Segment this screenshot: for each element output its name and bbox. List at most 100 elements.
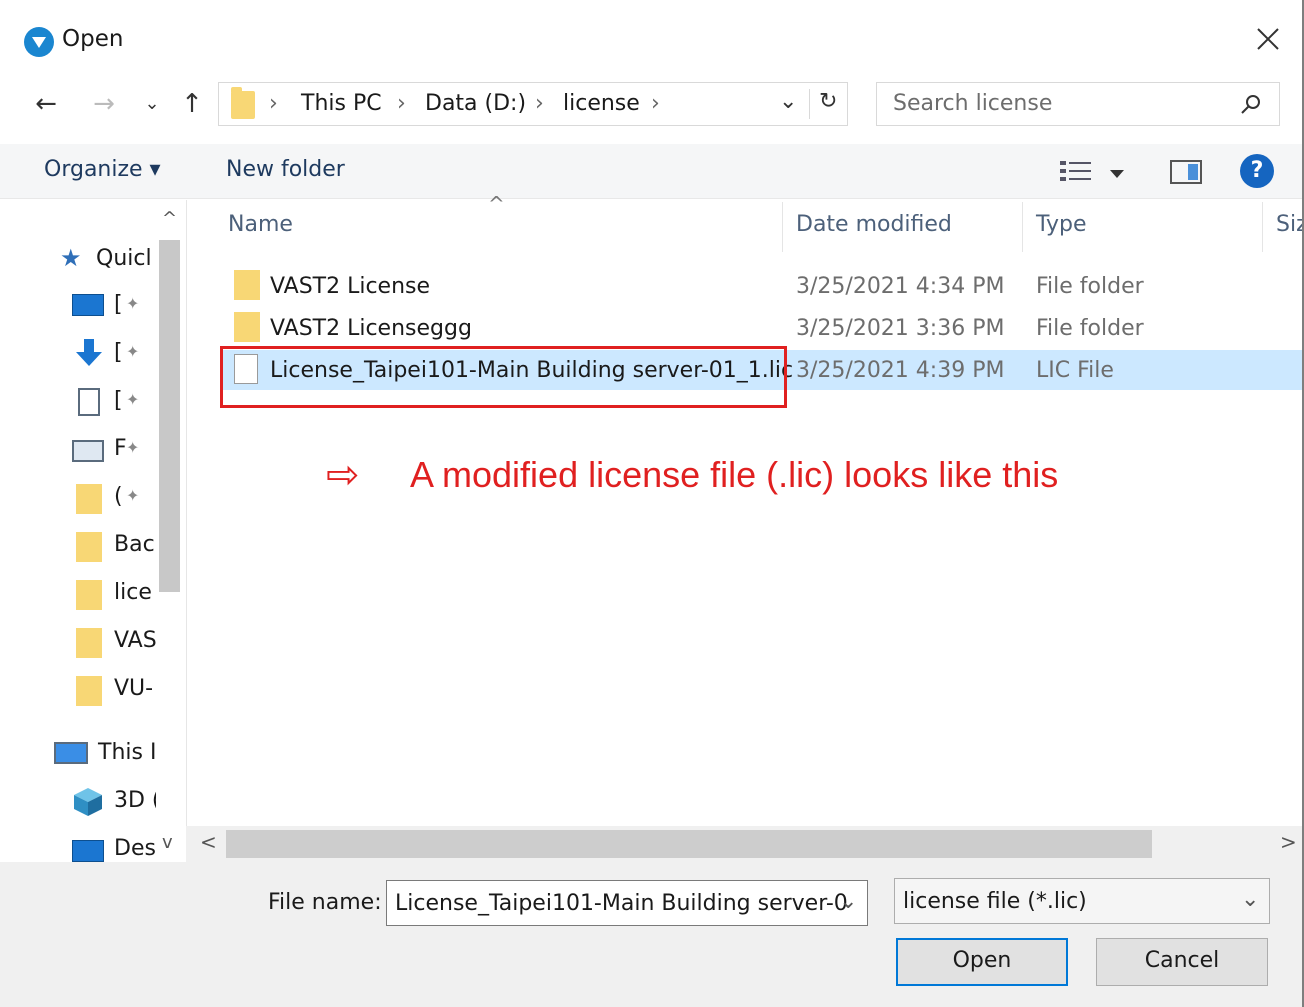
folder-icon <box>76 676 102 706</box>
view-list-icon <box>1060 161 1124 181</box>
breadcrumb-data-d[interactable]: Data (D:) <box>425 91 526 116</box>
arrow-left-icon: ← <box>35 89 57 119</box>
preview-pane-icon <box>1188 164 1198 180</box>
nav-item-label: lice <box>114 580 152 605</box>
title-bar: Open <box>0 0 1304 80</box>
nav-item-backup[interactable]: Bac <box>72 530 156 564</box>
file-type-filter-value: license file (*.lic) <box>903 889 1087 914</box>
refresh-icon[interactable]: ↻ <box>819 89 837 114</box>
column-header-name[interactable]: Name <box>228 212 293 237</box>
folder-icon <box>76 532 102 562</box>
desktop-icon <box>72 840 104 862</box>
column-divider[interactable] <box>1022 202 1023 252</box>
open-file-dialog: Open ← → ⌄ ↑ › This PC › Data (D:) › lic… <box>0 0 1304 1007</box>
file-type: LIC File <box>1036 358 1114 383</box>
file-date: 3/25/2021 4:34 PM <box>796 274 1005 299</box>
download-icon <box>76 339 102 366</box>
file-type: File folder <box>1036 274 1144 299</box>
column-divider[interactable] <box>782 202 783 252</box>
file-name: VAST2 Licenseggg <box>270 316 472 341</box>
search-input[interactable]: Search license <box>876 82 1280 126</box>
star-icon: ★ <box>60 244 82 272</box>
scroll-down-icon[interactable]: v <box>162 832 173 853</box>
horizontal-scroll-thumb[interactable] <box>226 830 1152 858</box>
scroll-up-icon[interactable]: ^ <box>162 208 177 229</box>
file-name: VAST2 License <box>270 274 431 299</box>
open-button[interactable]: Open <box>896 938 1068 986</box>
breadcrumb-separator: › <box>651 91 660 116</box>
address-bar[interactable]: › This PC › Data (D:) › license › ⌄ ↻ <box>218 82 848 126</box>
nav-item-documents[interactable]: [ ✦ <box>72 386 156 420</box>
document-icon <box>78 388 100 416</box>
file-type-filter-select[interactable]: license file (*.lic) ⌄ <box>894 878 1270 924</box>
nav-item-label: Des <box>114 836 156 861</box>
folder-icon <box>234 312 260 342</box>
nav-item-desktop[interactable]: [ ✦ <box>72 290 156 324</box>
chevron-down-icon[interactable]: ⌄ <box>839 889 857 914</box>
back-button[interactable]: ← <box>28 84 64 124</box>
nav-item-label: F <box>114 436 127 461</box>
folder-icon <box>231 87 255 119</box>
folder-icon <box>76 580 102 610</box>
nav-item-label: Quicl <box>96 246 152 271</box>
nav-item-label: [ <box>114 340 123 365</box>
pictures-icon <box>72 440 104 462</box>
pin-icon: ✦ <box>126 342 140 361</box>
cancel-button[interactable]: Cancel <box>1096 938 1268 986</box>
nav-item-label: ( <box>114 484 123 509</box>
nav-item-label: VAS <box>114 628 156 653</box>
breadcrumb-this-pc[interactable]: This PC <box>301 91 382 116</box>
address-dropdown-icon[interactable]: ⌄ <box>779 89 797 114</box>
nav-item-this-pc[interactable]: This I <box>54 738 156 772</box>
new-folder-button[interactable]: New folder <box>226 157 345 182</box>
app-logo-icon <box>24 27 54 57</box>
nav-item-label: VU- <box>114 676 154 701</box>
scroll-left-icon[interactable]: < <box>200 830 217 854</box>
search-placeholder: Search license <box>893 91 1053 116</box>
table-row[interactable]: VAST2 License 3/25/2021 4:34 PM File fol… <box>220 266 1304 306</box>
arrow-right-icon: ⇨ <box>326 452 360 498</box>
column-header-size[interactable]: Siz <box>1276 212 1304 237</box>
column-header-type[interactable]: Type <box>1036 212 1087 237</box>
change-view-button[interactable] <box>1058 158 1130 186</box>
breadcrumb-license[interactable]: license <box>563 91 640 116</box>
search-icon <box>1241 95 1260 114</box>
table-row[interactable]: VAST2 Licenseggg 3/25/2021 3:36 PM File … <box>220 308 1304 348</box>
file-name-value: License_Taipei101-Main Building server-0 <box>395 891 848 916</box>
scroll-right-icon[interactable]: > <box>1280 830 1297 854</box>
pc-icon <box>54 742 88 764</box>
window-title: Open <box>62 26 124 52</box>
column-header-date-modified[interactable]: Date modified <box>796 212 952 237</box>
up-button[interactable]: ↑ <box>174 84 210 124</box>
nav-item-pictures[interactable]: F ✦ <box>72 434 156 468</box>
forward-button[interactable]: → <box>86 84 122 124</box>
command-toolbar: Organize ▾ New folder ? <box>0 144 1304 199</box>
folder-icon <box>234 270 260 300</box>
sort-ascending-icon: ^ <box>488 192 505 216</box>
nav-item-vu[interactable]: VU- <box>72 674 156 708</box>
organize-button[interactable]: Organize ▾ <box>44 157 161 182</box>
nav-item-label: Bac <box>114 532 155 557</box>
recent-locations-button[interactable]: ⌄ <box>134 84 170 124</box>
column-divider[interactable] <box>1262 202 1263 252</box>
help-button[interactable]: ? <box>1240 154 1274 188</box>
nav-item-pinned-folder[interactable]: ( ✦ <box>72 482 156 516</box>
pin-icon: ✦ <box>126 390 140 409</box>
nav-item-downloads[interactable]: [ ✦ <box>72 338 156 372</box>
close-button[interactable] <box>1242 18 1292 62</box>
pin-icon: ✦ <box>126 438 140 457</box>
nav-item-3d-objects[interactable]: 3D ( <box>72 786 156 820</box>
nav-item-license[interactable]: lice <box>72 578 156 612</box>
highlight-box <box>220 346 787 408</box>
divider <box>809 89 810 119</box>
nav-scroll-thumb[interactable] <box>159 240 180 592</box>
nav-item-desktop-2[interactable]: Des <box>72 834 156 862</box>
folder-icon <box>76 628 102 658</box>
nav-item-label: [ <box>114 388 123 413</box>
annotation-text: A modified license file (.lic) looks lik… <box>410 454 1059 495</box>
breadcrumb-separator: › <box>535 91 544 116</box>
preview-pane-button[interactable] <box>1170 160 1202 184</box>
nav-item-vast[interactable]: VAS <box>72 626 156 660</box>
file-name-input[interactable]: License_Taipei101-Main Building server-0… <box>386 880 868 926</box>
nav-item-quick-access[interactable]: ★ Quicl <box>58 244 156 278</box>
